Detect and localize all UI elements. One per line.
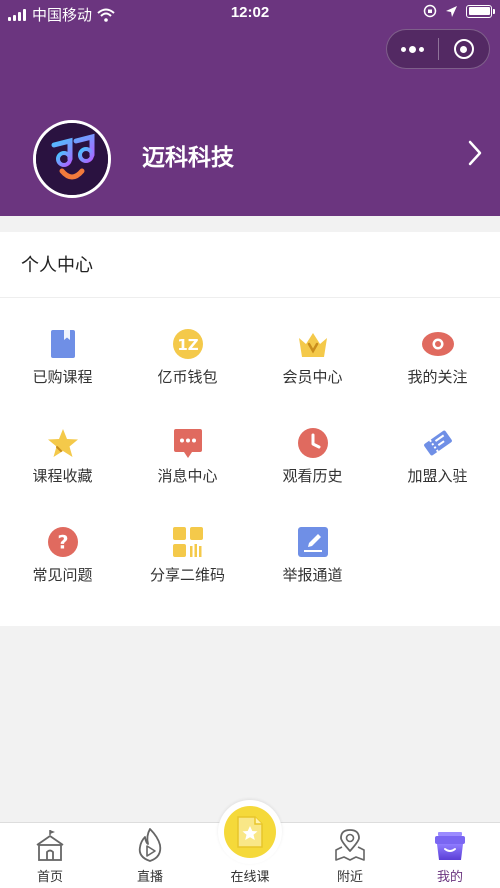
- tab-live[interactable]: 直播: [100, 823, 200, 888]
- grid-item-label: 举报通道: [282, 567, 343, 584]
- coin-icon: 1Z: [173, 329, 203, 359]
- grid-item-coin-wallet[interactable]: 1Z 亿币钱包: [125, 328, 250, 398]
- more-dots-icon: [400, 45, 424, 53]
- grid-item-report-channel[interactable]: 举报通道: [250, 526, 375, 596]
- grid-item-label: 课程收藏: [32, 468, 93, 485]
- report-icon: [298, 527, 328, 557]
- grid-item-course-favorites[interactable]: 课程收藏: [0, 427, 125, 497]
- target-close-icon: [453, 39, 474, 59]
- grid-item-label: 消息中心: [157, 468, 218, 485]
- location-icon: [446, 5, 457, 17]
- tab-label: 首页: [36, 869, 63, 884]
- tab-label: 在线课: [230, 869, 270, 884]
- eye-icon: [422, 332, 454, 356]
- profile-name: 迈科科技: [142, 144, 234, 170]
- grid-item-label: 加盟入驻: [407, 468, 468, 485]
- crown-icon: [299, 333, 327, 357]
- svg-text:?: ?: [57, 532, 68, 554]
- grid-item-member-center[interactable]: 会员中心: [250, 328, 375, 398]
- tab-nearby[interactable]: 附近: [300, 823, 400, 888]
- book-icon: [51, 330, 75, 358]
- avatar[interactable]: [33, 120, 111, 198]
- online-course-icon: [237, 816, 263, 848]
- grid-item-label: 会员中心: [282, 369, 343, 386]
- grid-item-share-qrcode[interactable]: 分享二维码: [125, 526, 250, 596]
- profile-box-icon: [435, 832, 465, 860]
- tab-mine[interactable]: 我的: [400, 823, 500, 888]
- orientation-lock-icon: [423, 4, 437, 18]
- grid-item-label: 我的关注: [407, 369, 468, 386]
- music-face-logo-icon: [36, 123, 108, 195]
- tab-label: 我的: [436, 869, 463, 884]
- tab-home[interactable]: 首页: [0, 823, 100, 888]
- live-flame-icon: [138, 828, 162, 862]
- tab-label: 附近: [336, 869, 363, 884]
- profile-row[interactable]: 迈科科技: [0, 118, 500, 200]
- ticket-icon: [424, 430, 452, 456]
- map-pin-icon: [335, 829, 365, 861]
- status-right: [423, 4, 495, 18]
- grid-item-faq[interactable]: ? 常见问题: [0, 526, 125, 596]
- clock-icon: [298, 428, 328, 458]
- grid-item-label: 亿币钱包: [157, 369, 218, 386]
- status-bar: 中国移动 12:02: [0, 0, 500, 26]
- svg-text:1Z: 1Z: [177, 336, 198, 354]
- center-button-fill: [224, 806, 276, 858]
- close-miniprogram-button[interactable]: [438, 29, 489, 69]
- battery-icon: [466, 4, 495, 18]
- more-button[interactable]: [387, 29, 438, 69]
- personal-center-panel: 个人中心 已购课程 1Z 亿币钱包 会员中心 我的关注 课程收藏 消息中心 观看…: [0, 232, 500, 626]
- chevron-right-icon[interactable]: [468, 140, 482, 166]
- grid-item-purchased-courses[interactable]: 已购课程: [0, 328, 125, 398]
- star-icon: [48, 429, 78, 457]
- qrcode-icon: [173, 527, 203, 557]
- profile-header: 中国移动 12:02 迈科科技: [0, 0, 500, 216]
- online-course-center-button[interactable]: [218, 800, 282, 864]
- grid-item-label: 分享二维码: [149, 567, 225, 584]
- grid-item-label: 观看历史: [282, 468, 343, 485]
- grid-item-join-partner[interactable]: 加盟入驻: [375, 427, 500, 497]
- miniprogram-capsule: [386, 29, 490, 69]
- panel-title: 个人中心: [0, 232, 500, 298]
- message-icon: [174, 429, 202, 458]
- home-icon: [36, 830, 64, 861]
- grid-item-my-follows[interactable]: 我的关注: [375, 328, 500, 398]
- grid-item-message-center[interactable]: 消息中心: [125, 427, 250, 497]
- grid-item-label: 已购课程: [32, 369, 93, 386]
- tab-label: 直播: [136, 869, 163, 884]
- grid-item-label: 常见问题: [32, 567, 93, 584]
- grid-item-watch-history[interactable]: 观看历史: [250, 427, 375, 497]
- question-icon: ?: [48, 527, 78, 557]
